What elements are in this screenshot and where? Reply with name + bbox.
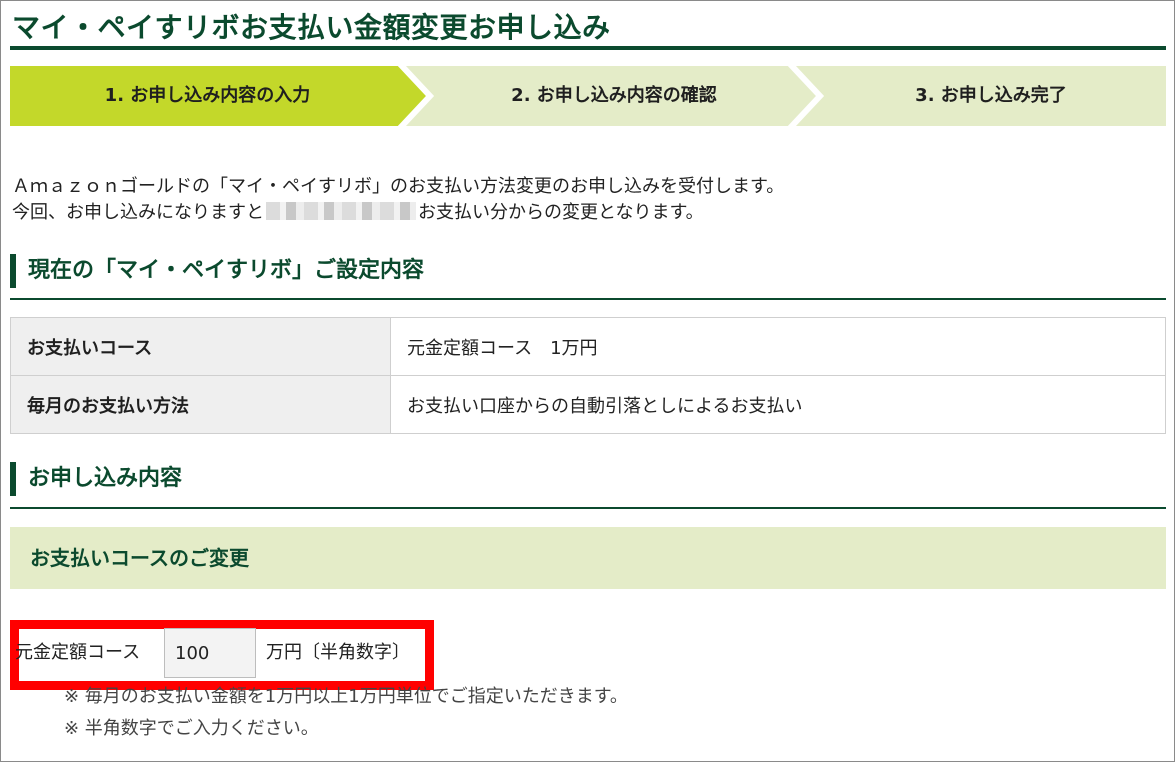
table-row: 毎月のお支払い方法 お支払い口座からの自動引落としによるお支払い — [10, 375, 1166, 434]
payment-method-label: 毎月のお支払い方法 — [10, 375, 391, 434]
table-row: お支払いコース 元金定額コース 1万円 — [10, 317, 1166, 376]
page-title: マイ・ペイすリボお支払い金額変更お申し込み — [12, 11, 611, 44]
step-3-label: 3. お申し込み完了 — [915, 85, 1067, 106]
application-heading: お申し込み内容 — [10, 462, 182, 496]
masked-date — [266, 202, 416, 220]
course-change-subheading: お支払いコースのご変更 — [10, 527, 1166, 589]
intro-line-2: 今回、お申し込みになりますと お支払い分からの変更となります。 — [12, 200, 784, 226]
current-settings-table: お支払いコース 元金定額コース 1万円 毎月のお支払い方法 お支払い口座からの自… — [10, 317, 1166, 434]
payment-course-value: 元金定額コース 1万円 — [390, 317, 1166, 376]
payment-method-value: お支払い口座からの自動引落としによるお支払い — [390, 375, 1166, 434]
current-settings-divider — [10, 298, 1166, 300]
course-label: 元金定額コース — [15, 642, 141, 663]
step-1-label: 1. お申し込み内容の入力 — [104, 85, 311, 106]
intro-line-2-after: お支払い分からの変更となります。 — [418, 202, 704, 223]
application-divider — [10, 507, 1166, 509]
amount-input[interactable] — [164, 628, 256, 678]
note-amount-rule: ※ 毎月のお支払い金額を1万円以上1万円単位でご指定いただきます。 — [64, 686, 628, 707]
step-2-label: 2. お申し込み内容の確認 — [511, 85, 717, 106]
intro-text: Ａｍａｚｏｎゴールドの「マイ・ペイすリボ」のお支払い方法変更のお申し込みを受付し… — [12, 174, 784, 226]
title-divider — [10, 46, 1166, 50]
note-half-width-digits: ※ 半角数字でご入力ください。 — [64, 718, 319, 739]
payment-course-label: お支払いコース — [10, 317, 391, 376]
unit-label: 万円〔半角数字〕 — [266, 642, 410, 663]
current-settings-heading: 現在の「マイ・ペイすリボ」ご設定内容 — [10, 254, 424, 288]
intro-line-1: Ａｍａｚｏｎゴールドの「マイ・ペイすリボ」のお支払い方法変更のお申し込みを受付し… — [12, 176, 785, 197]
intro-line-2-before: 今回、お申し込みになりますと — [12, 202, 264, 223]
progress-steps: 1. お申し込み内容の入力 2. お申し込み内容の確認 3. お申し込み完了 — [10, 66, 1166, 126]
